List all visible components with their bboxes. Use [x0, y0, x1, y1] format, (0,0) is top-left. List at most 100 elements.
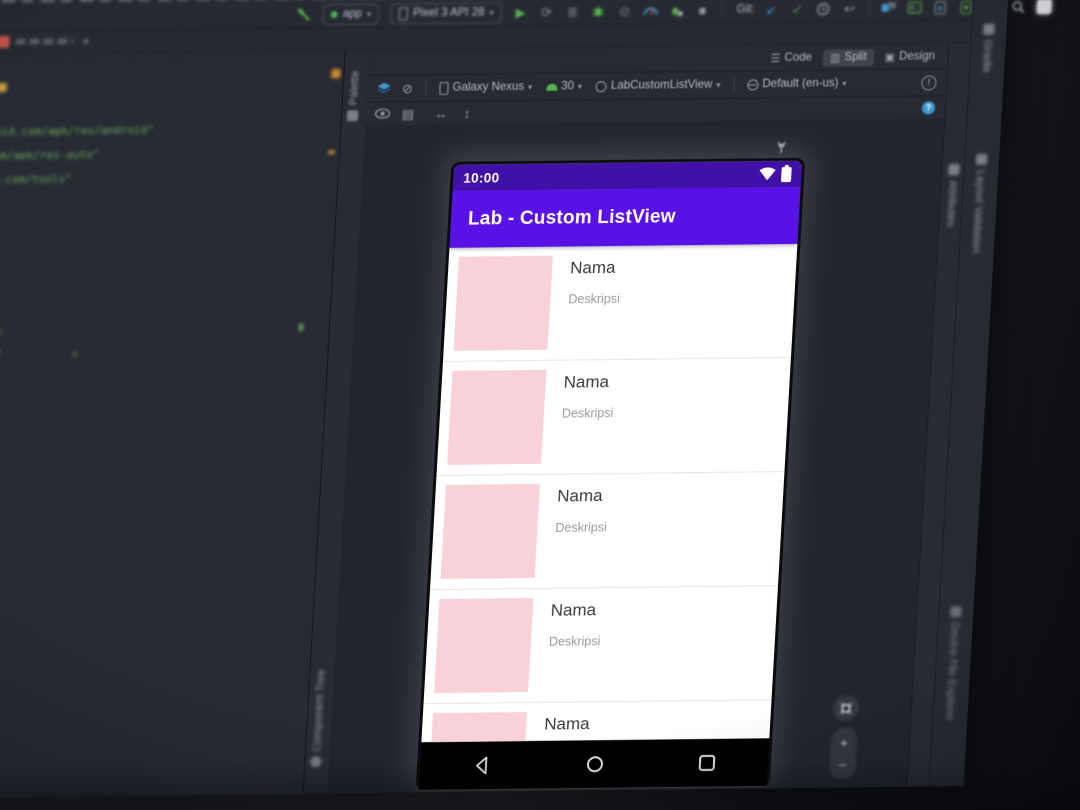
item-subtitle: Deskripsi — [548, 634, 601, 649]
design-mode-icon: ▣ — [884, 51, 896, 64]
toolbar-separator — [721, 1, 724, 18]
tab-palette[interactable]: Palette — [347, 71, 362, 122]
run-button[interactable]: ▶ — [510, 3, 531, 21]
recents-icon — [698, 754, 716, 772]
design-canvas[interactable]: 10:00 Lab - Custom ListView Nama Deskrip… — [327, 120, 945, 794]
attach-debugger-icon[interactable]: ⊙ — [614, 2, 635, 20]
git-commit-icon[interactable]: ✓ — [787, 0, 808, 18]
code-line: ent" — [0, 347, 3, 362]
item-thumbnail — [427, 712, 527, 743]
night-mode-icon[interactable]: ⊘ — [397, 79, 418, 97]
inspection-status-indicator[interactable] — [331, 69, 341, 79]
tab-design[interactable]: ▣ Design — [877, 48, 942, 66]
globe-icon — [747, 78, 759, 90]
zoom-to-fit-button[interactable] — [832, 695, 860, 722]
phone-preview[interactable]: 10:00 Lab - Custom ListView Nama Deskrip… — [415, 157, 806, 791]
run-configuration-select[interactable]: app ▾ — [322, 3, 380, 25]
canvas-zoom-controls: + − — [828, 695, 860, 780]
help-icon[interactable]: ? — [921, 100, 936, 115]
editor-file-tab[interactable] — [0, 35, 89, 48]
item-thumbnail — [440, 483, 540, 579]
device-file-explorer-label: Device File Explorer — [943, 622, 961, 721]
tab-split[interactable]: ▥ Split — [822, 48, 875, 67]
build-hammer-icon[interactable] — [293, 5, 314, 23]
chevron-down-icon: ▾ — [366, 9, 372, 19]
navigation-bar — [418, 738, 770, 791]
list-item: Nama Deskripsi — [436, 358, 791, 477]
design-surface-icon[interactable] — [373, 79, 394, 97]
stop-button[interactable]: ■ — [692, 1, 713, 19]
tab-close-icon[interactable] — [83, 38, 89, 44]
git-history-icon[interactable] — [813, 0, 834, 18]
theme-label: LabCustomListView — [610, 78, 713, 93]
tab-layout-validation[interactable]: Layout Validation — [969, 153, 988, 254]
caret-mark — [298, 323, 304, 332]
zoom-out-button[interactable]: − — [838, 756, 847, 772]
item-title: Nama — [543, 714, 591, 734]
code-editor[interactable]: roid.com/apk/res/android" com/apk/res-aut… — [0, 51, 345, 798]
chevron-down-icon: ▾ — [842, 78, 847, 88]
code-line: ent" — [0, 327, 4, 342]
api-level-select[interactable]: 30 ▾ — [545, 80, 583, 93]
profiler-icon[interactable] — [640, 1, 661, 19]
tab-device-file-explorer[interactable]: Device File Explorer — [943, 606, 962, 721]
apply-changes-icon[interactable]: ⟳ — [536, 3, 557, 21]
split-mode-icon: ▥ — [829, 51, 841, 65]
tab-gradle[interactable]: Gradle — [980, 23, 995, 73]
gradle-icon — [982, 23, 995, 35]
project-structure-icon[interactable] — [878, 0, 899, 17]
view-options-icon[interactable] — [372, 105, 393, 123]
locale-select[interactable]: Default (en-us) ▾ — [747, 77, 847, 90]
status-bar: 10:00 — [452, 160, 803, 191]
theme-select[interactable]: LabCustomListView ▾ — [595, 78, 721, 93]
git-rollback-icon[interactable]: ↩ — [839, 0, 860, 17]
item-title: Nama — [550, 600, 597, 620]
tab-component-tree[interactable]: Component Tree — [310, 669, 328, 768]
layout-validation-label: Layout Validation — [969, 169, 987, 254]
tools-attributes-wrench-icon — [775, 140, 787, 159]
code-mode-icon: ☰ — [770, 52, 781, 65]
split-tab-label: Split — [844, 51, 868, 64]
debug-button[interactable] — [588, 2, 609, 20]
device-for-preview-select[interactable]: Galaxy Nexus ▾ — [439, 80, 532, 95]
device-manager-icon[interactable] — [930, 0, 951, 16]
warning-stripe-mark[interactable] — [327, 150, 336, 155]
design-tab-label: Design — [898, 50, 936, 63]
status-time: 10:00 — [462, 169, 500, 186]
profile-with-low-overhead-icon[interactable] — [666, 1, 687, 19]
list-item: Nama Deskripsi — [423, 586, 778, 705]
palette-icon — [347, 110, 359, 122]
list-view-icon[interactable]: ▤ — [398, 104, 419, 122]
settings-icon[interactable] — [1034, 0, 1055, 15]
terminal-icon[interactable] — [904, 0, 925, 17]
locale-label: Default (en-us) — [762, 77, 839, 91]
tab-code[interactable]: ☰ Code — [763, 49, 819, 67]
item-subtitle: Deskripsi — [561, 406, 614, 421]
editor-mode-tabs: ☰ Code ▥ Split ▣ Design — [763, 44, 943, 70]
search-everywhere-icon[interactable] — [1008, 0, 1029, 16]
wifi-icon — [759, 167, 776, 181]
list-item: Nama Deskripsi — [421, 700, 772, 743]
android-icon — [545, 83, 558, 91]
orientation-horizontal-icon[interactable]: ↔ — [431, 104, 452, 122]
zoom-in-button[interactable]: + — [839, 734, 848, 750]
list-item: Nama Deskripsi — [442, 243, 798, 362]
list-view: Nama Deskripsi Nama Deskripsi Nama Deskr… — [421, 243, 798, 743]
git-update-icon[interactable]: ↙ — [761, 0, 782, 18]
design-panel: ☰ Code ▥ Split ▣ Design ⊘ Galaxy Nexus ▾ — [327, 44, 949, 794]
device-select-label: Pixel 3 API 28 — [412, 6, 485, 20]
orientation-vertical-icon[interactable]: ↕ — [457, 104, 478, 122]
android-studio-window: app ▾ Pixel 3 API 28 ▾ ▶ ⟳ ≣ ⊙ ■ Git: ↙ … — [0, 0, 1053, 798]
tab-attributes[interactable]: Attributes — [944, 164, 960, 227]
code-tab-label: Code — [784, 51, 813, 65]
item-subtitle: Deskripsi — [555, 520, 608, 535]
api-level-label: 30 — [560, 80, 575, 93]
toolbar-separator — [425, 80, 427, 97]
device-select[interactable]: Pixel 3 API 28 ▾ — [390, 1, 503, 25]
back-icon — [476, 756, 488, 775]
xml-tag-fragment-blurred — [0, 82, 8, 93]
chevron-down-icon: ▾ — [577, 81, 583, 91]
render-issues-icon[interactable]: ! — [921, 74, 937, 91]
attributes-label: Attributes — [944, 180, 959, 227]
apply-code-changes-icon[interactable]: ≣ — [562, 2, 583, 20]
